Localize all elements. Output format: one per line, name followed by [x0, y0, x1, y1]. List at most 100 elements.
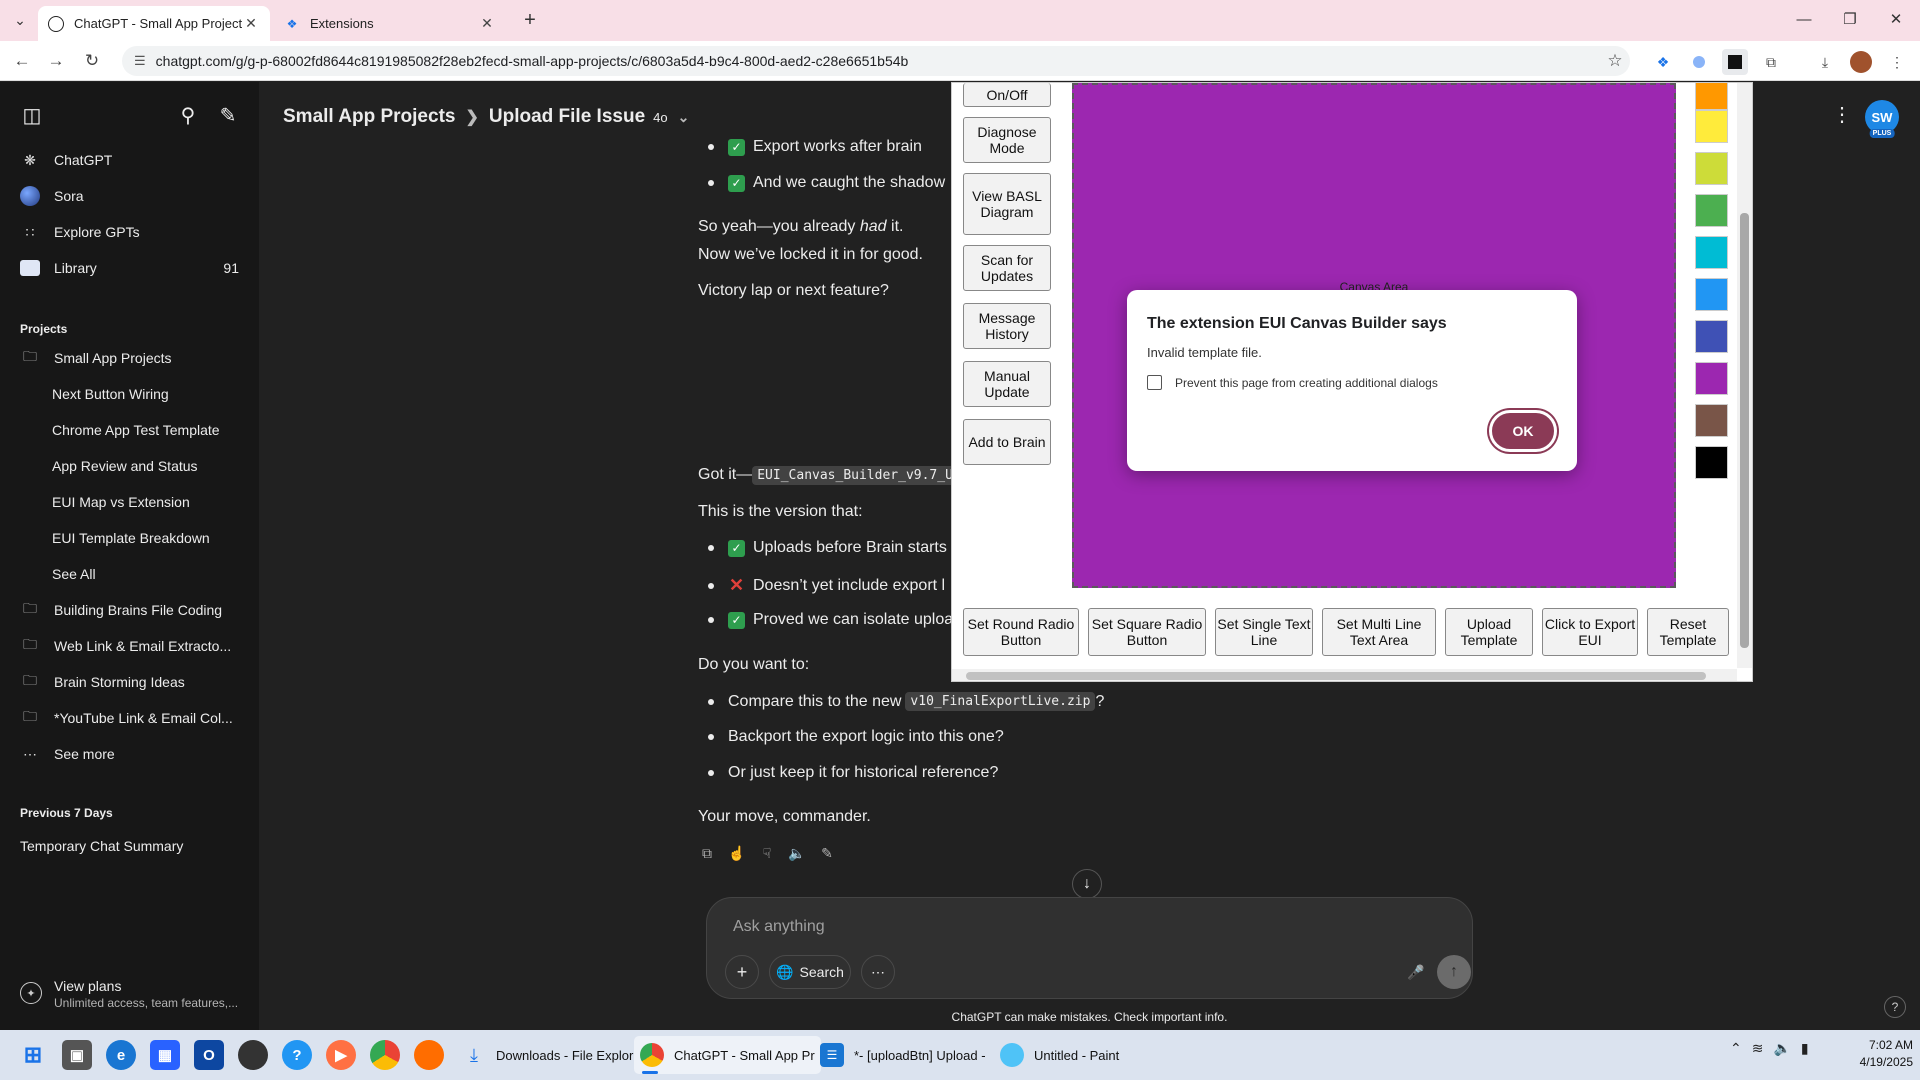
history-item[interactable]: Temporary Chat Summary — [20, 838, 183, 854]
taskbar-app-notepad[interactable]: ☰ *- [uploadBtn] Upload - — [814, 1036, 992, 1074]
tab-close-icon[interactable]: ✕ — [242, 15, 260, 32]
color-swatch-black[interactable] — [1695, 446, 1728, 479]
project-small-app-projects[interactable]: 🗀 Small App Projects — [8, 342, 251, 374]
message-composer[interactable]: Ask anything + 🌐 Search ⋯ 🎤 ↑ — [706, 897, 1473, 999]
color-swatch-orange[interactable] — [1695, 83, 1728, 110]
app-circle-icon[interactable] — [238, 1040, 268, 1070]
taskbar-app-paint[interactable]: Untitled - Paint — [994, 1036, 1125, 1074]
project-brain-storming[interactable]: 🗀 Brain Storming Ideas — [8, 666, 251, 698]
prevent-dialogs-checkbox[interactable]: Prevent this page from creating addition… — [1147, 375, 1438, 390]
sidebar-item-sora[interactable]: Sora — [8, 180, 251, 212]
project-web-link-email[interactable]: 🗀 Web Link & Email Extracto... — [8, 630, 251, 662]
more-options-icon[interactable]: ⋮ — [1832, 102, 1852, 132]
attach-plus-icon[interactable]: + — [725, 955, 759, 989]
checkbox-box[interactable] — [1147, 375, 1162, 390]
help-icon[interactable]: ? — [1884, 996, 1906, 1018]
project-chat-item[interactable]: EUI Map vs Extension — [40, 486, 251, 518]
project-chat-item[interactable]: Next Button Wiring — [40, 378, 251, 410]
sidebar-item-library[interactable]: Library 91 — [8, 252, 251, 284]
breadcrumb-project[interactable]: Small App Projects — [283, 106, 455, 128]
more-tools-icon[interactable]: ⋯ — [861, 955, 895, 989]
project-chat-item[interactable]: EUI Template Breakdown — [40, 522, 251, 554]
see-more-button[interactable]: ⋯ See more — [8, 738, 251, 770]
add-to-brain-button[interactable]: Add to Brain — [963, 419, 1051, 465]
reset-template-button[interactable]: Reset Template — [1647, 608, 1729, 656]
scan-for-updates-button[interactable]: Scan for Updates — [963, 245, 1051, 291]
color-swatch-indigo[interactable] — [1695, 320, 1728, 353]
address-url[interactable]: chatgpt.com/g/g-p-68002fd8644c8191985082… — [156, 53, 1600, 69]
manual-update-button[interactable]: Manual Update — [963, 361, 1051, 407]
address-bar[interactable]: ☰ chatgpt.com/g/g-p-68002fd8644c81919850… — [122, 46, 1630, 76]
reload-icon[interactable]: ↻ — [80, 49, 104, 73]
set-square-radio-button[interactable]: Set Square Radio Button — [1088, 608, 1206, 656]
color-swatch-brown[interactable] — [1695, 404, 1728, 437]
color-swatch-yellow[interactable] — [1695, 110, 1728, 143]
scrollbar-thumb[interactable] — [966, 672, 1706, 680]
set-single-text-line-button[interactable]: Set Single Text Line — [1215, 608, 1313, 656]
copy-icon[interactable]: ⧉ — [698, 844, 716, 862]
on-off-button[interactable]: On/Off — [963, 83, 1051, 107]
profile-avatar-icon[interactable] — [1848, 49, 1874, 75]
view-plans-button[interactable]: ✦ View plans Unlimited access, team feat… — [20, 978, 250, 1020]
firefox-icon[interactable] — [414, 1040, 444, 1070]
restore-icon[interactable]: ❐ — [1838, 8, 1862, 32]
project-youtube-link[interactable]: 🗀 *YouTube Link & Email Col... — [8, 702, 251, 734]
send-arrow-icon[interactable]: ↑ — [1437, 955, 1471, 989]
search-button[interactable]: 🌐 Search — [769, 955, 851, 989]
minimize-icon[interactable]: — — [1792, 8, 1816, 32]
new-tab-plus-icon[interactable]: + — [518, 8, 542, 32]
media-player-icon[interactable]: ▶ — [326, 1040, 356, 1070]
new-chat-icon[interactable]: ✎ — [214, 102, 242, 130]
message-history-button[interactable]: Message History — [963, 303, 1051, 349]
upload-template-button[interactable]: Upload Template — [1445, 608, 1533, 656]
extensions-menu-icon[interactable]: ⧉ — [1758, 49, 1784, 75]
model-badge[interactable]: 4o — [653, 110, 667, 125]
bookmark-star-icon[interactable]: ☆ — [1600, 51, 1630, 71]
project-chat-item[interactable]: Chrome App Test Template — [40, 414, 251, 446]
taskbar-app-chrome[interactable]: ChatGPT - Small App Pr — [634, 1036, 821, 1074]
sidebar-item-chatgpt[interactable]: ❋ ChatGPT — [8, 144, 251, 176]
tab-chatgpt[interactable]: ChatGPT - Small App Projects ✕ — [38, 6, 270, 41]
export-eui-button[interactable]: Click to Export EUI — [1542, 608, 1638, 656]
extension-dot-icon[interactable] — [1686, 49, 1712, 75]
project-see-all[interactable]: See All — [40, 558, 251, 590]
task-view-icon[interactable]: ▣ — [62, 1040, 92, 1070]
search-icon[interactable]: ⚲ — [174, 102, 202, 130]
scrollbar-thumb[interactable] — [1740, 213, 1749, 648]
windows-start-icon[interactable]: ⊞ — [18, 1040, 48, 1070]
wifi-icon[interactable]: ≋ — [1752, 1040, 1764, 1057]
downloads-icon[interactable]: ⤓ — [1812, 49, 1838, 75]
view-basl-diagram-button[interactable]: View BASL Diagram — [963, 173, 1051, 235]
chevron-down-icon[interactable]: ⌄ — [678, 109, 690, 126]
tab-search-chevron-icon[interactable]: ⌄ — [8, 8, 32, 32]
taskbar-clock[interactable]: 7:02 AM 4/19/2025 — [1845, 1037, 1913, 1071]
ok-button[interactable]: OK — [1489, 410, 1557, 452]
extension-puzzle-icon[interactable]: ❖ — [1650, 49, 1676, 75]
composer-placeholder[interactable]: Ask anything — [733, 918, 825, 936]
chevron-up-icon[interactable]: ⌃ — [1730, 1040, 1742, 1057]
browser-menu-icon[interactable]: ⋮ — [1884, 49, 1910, 75]
sidebar-toggle-icon[interactable]: ◫ — [18, 102, 46, 130]
color-swatch-purple[interactable] — [1695, 362, 1728, 395]
thumbs-up-icon[interactable]: ☝ — [728, 844, 746, 862]
scroll-down-arrow-icon[interactable]: ↓ — [1072, 869, 1102, 899]
store-icon[interactable]: ▦ — [150, 1040, 180, 1070]
taskbar-app-file-explorer[interactable]: ⤓ Downloads - File Explor — [456, 1036, 639, 1074]
color-swatch-cyan[interactable] — [1695, 236, 1728, 269]
project-building-brains[interactable]: 🗀 Building Brains File Coding — [8, 594, 251, 626]
popup-horizontal-scrollbar[interactable] — [952, 669, 1737, 681]
color-swatch-lime[interactable] — [1695, 152, 1728, 185]
thumbs-down-icon[interactable]: ☟ — [758, 844, 776, 862]
forward-arrow-icon[interactable]: → — [44, 49, 68, 73]
site-info-icon[interactable]: ☰ — [134, 53, 146, 69]
help-app-icon[interactable]: ? — [282, 1040, 312, 1070]
edge-icon[interactable]: e — [106, 1040, 136, 1070]
microphone-icon[interactable]: 🎤 — [1399, 955, 1433, 989]
read-aloud-icon[interactable]: 🔈 — [788, 844, 806, 862]
sidebar-item-explore-gpts[interactable]: ∷ Explore GPTs — [8, 216, 251, 248]
avatar[interactable]: SW PLUS — [1865, 100, 1899, 138]
volume-icon[interactable]: 🔈 — [1773, 1040, 1790, 1057]
popup-vertical-scrollbar[interactable] — [1737, 83, 1752, 668]
outlook-icon[interactable]: O — [194, 1040, 224, 1070]
back-arrow-icon[interactable]: ← — [10, 49, 34, 73]
